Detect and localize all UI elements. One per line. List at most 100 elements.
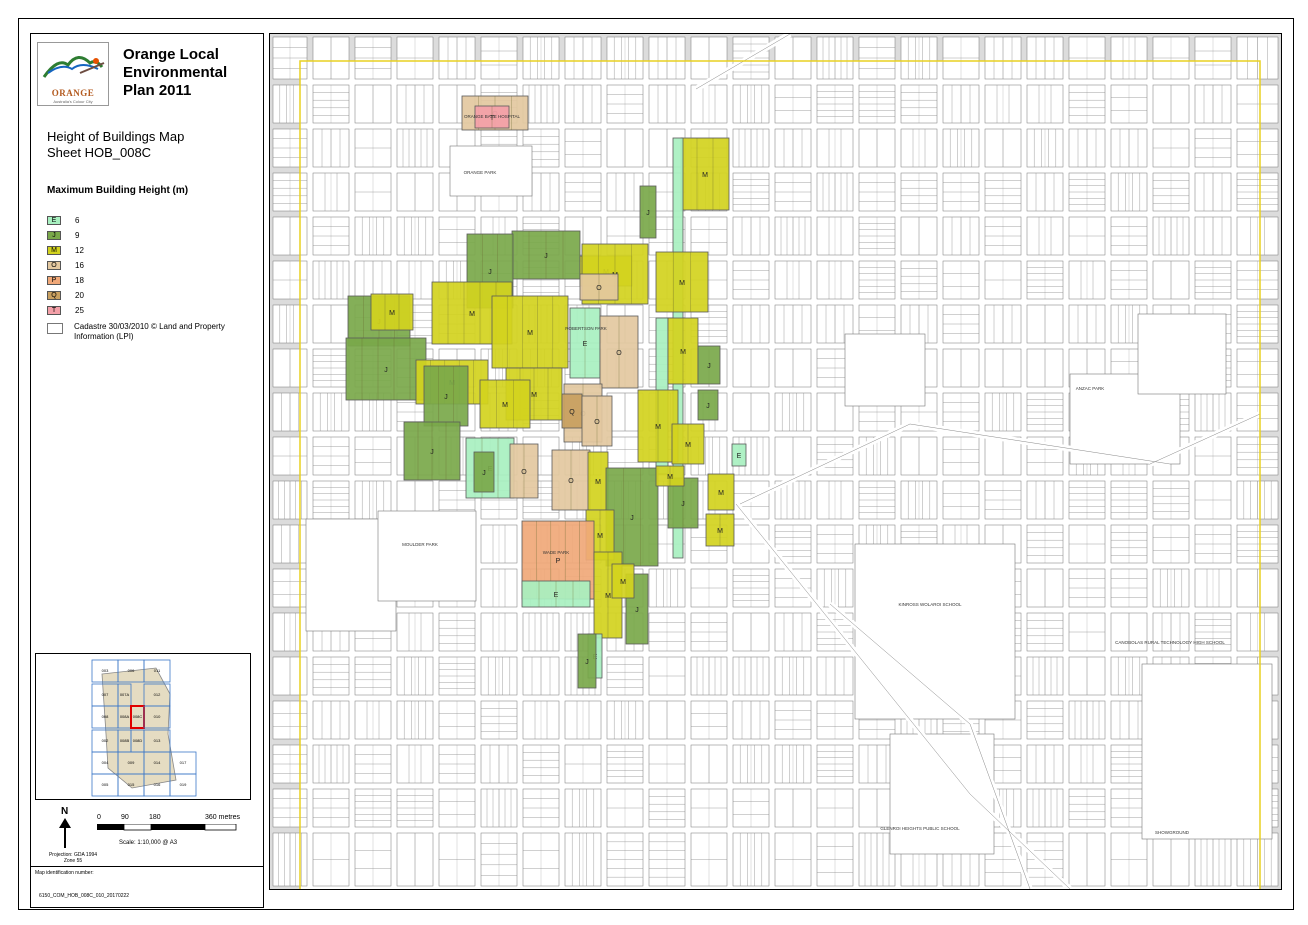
- parcel-block: [1026, 568, 1064, 608]
- height-zone-o[interactable]: O: [581, 395, 613, 447]
- height-zone-o[interactable]: O: [579, 273, 619, 301]
- height-zone-m[interactable]: M: [671, 423, 705, 465]
- parcel-block: [816, 260, 854, 300]
- height-zone-j[interactable]: J: [511, 230, 581, 280]
- parcel-block: [312, 436, 350, 476]
- scale-bar: [97, 824, 237, 831]
- height-zone-j[interactable]: J: [697, 389, 719, 421]
- parcel-block: [1026, 348, 1064, 388]
- height-zone-j[interactable]: J: [403, 421, 461, 481]
- height-zone-j[interactable]: J: [639, 185, 657, 239]
- map-frame[interactable]: OTMJJMJMOMMJMMEOMJJMMJMOQOMMJJEJOOMJMJMM…: [269, 33, 1282, 890]
- parcel-block: [1026, 656, 1064, 696]
- height-zone-e[interactable]: E: [731, 443, 747, 467]
- parcel-block: [438, 744, 476, 784]
- svg-text:M: M: [595, 479, 601, 486]
- place-label-showground: SHOWGROUND: [1155, 830, 1190, 835]
- parcel-block: [272, 128, 308, 168]
- parcel-block: [312, 260, 350, 300]
- parcel-block: [732, 568, 770, 608]
- parcel-block: [522, 744, 560, 784]
- svg-text:M: M: [718, 490, 724, 497]
- height-zone-m[interactable]: M: [491, 295, 569, 369]
- height-zone-j[interactable]: J: [473, 451, 495, 493]
- parcel-block: [732, 700, 770, 740]
- svg-text:J: J: [707, 363, 711, 370]
- height-zone-m[interactable]: M: [705, 513, 735, 547]
- index-tile-label: 008: [102, 714, 109, 719]
- parcel-block: [1110, 744, 1148, 784]
- svg-text:J: J: [635, 607, 639, 614]
- parcel-block: [816, 524, 854, 564]
- parcel-block: [272, 392, 308, 432]
- height-zone-o[interactable]: O: [509, 443, 539, 499]
- sheet-id: Sheet HOB_008C: [47, 145, 152, 160]
- parcel-block: [774, 36, 812, 80]
- height-zone-m[interactable]: M: [370, 293, 414, 331]
- parcel-block: [522, 612, 560, 652]
- parcel-block: [312, 744, 350, 784]
- cadastre-legend-row: Cadastre 30/03/2010 © Land and Property …: [47, 322, 234, 342]
- height-zone-e[interactable]: E: [569, 307, 601, 379]
- legend-label-o: 16: [75, 260, 84, 270]
- parcel-block: [1026, 84, 1064, 124]
- parcel-block: [522, 832, 560, 887]
- height-zone-q[interactable]: Q: [561, 393, 583, 429]
- height-zone-m[interactable]: M: [587, 451, 609, 511]
- parcel-block: [1068, 304, 1106, 344]
- parcel-block: [438, 612, 476, 652]
- index-tile-label: 008D: [133, 738, 143, 743]
- height-zone-j[interactable]: J: [345, 337, 427, 401]
- parcel-block: [942, 304, 980, 344]
- cadastre-label: Cadastre 30/03/2010 © Land and Property …: [74, 322, 225, 341]
- height-zone-e[interactable]: E: [521, 580, 591, 608]
- parcel-block: [816, 172, 854, 212]
- north-arrow-label: N: [61, 806, 69, 817]
- height-zone-m[interactable]: M: [707, 473, 735, 511]
- parcel-block: [732, 128, 770, 168]
- parcel-block: [564, 36, 602, 80]
- parcel-block: [1194, 84, 1232, 124]
- height-zone-j[interactable]: J: [697, 345, 721, 385]
- parcel-block: [1110, 128, 1148, 168]
- height-zone-j[interactable]: J: [577, 633, 597, 689]
- height-zone-m[interactable]: M: [655, 465, 685, 487]
- parcel-block: [1110, 524, 1148, 564]
- height-zone-m[interactable]: M: [680, 137, 730, 211]
- index-map: 003 006 011 007 007A 012 008 008A 008C 010 002 008B…: [35, 653, 251, 800]
- height-zone-o[interactable]: O: [551, 449, 591, 511]
- index-tile-label: 003: [102, 668, 109, 673]
- open-parcel: [1141, 663, 1273, 840]
- parcel-block: [900, 172, 938, 212]
- height-zone-m[interactable]: M: [611, 563, 635, 599]
- index-tile-label: 019: [180, 782, 187, 787]
- parcel-block: [858, 260, 896, 300]
- parcel-block: [564, 832, 602, 887]
- parcel-block: [816, 128, 854, 168]
- parcel-block: [984, 392, 1022, 432]
- parcel-block: [272, 348, 308, 388]
- parcel-block: [606, 832, 644, 887]
- height-zone-j[interactable]: J: [423, 365, 469, 427]
- place-label-kinross-wolaroi: KINROSS WOLAROI SCHOOL: [898, 602, 962, 607]
- parcel-block: [272, 436, 308, 476]
- parcel-block: [396, 700, 434, 740]
- height-zone-m[interactable]: M: [667, 317, 699, 385]
- height-zone-m[interactable]: M: [479, 379, 531, 429]
- legend-swatch-e: E: [47, 215, 61, 225]
- parcel-block: [816, 480, 854, 520]
- parcel-block: [272, 700, 308, 740]
- parcel-block: [354, 832, 392, 887]
- open-parcel: [377, 510, 477, 602]
- index-tile-label: 009: [128, 760, 135, 765]
- index-tile-label: 014: [154, 760, 161, 765]
- parcel-block: [354, 788, 392, 828]
- parcel-block: [1110, 656, 1148, 696]
- parcel-block: [942, 36, 980, 80]
- parcel-block: [606, 700, 644, 740]
- open-parcel: [1137, 313, 1227, 395]
- cadastre-map[interactable]: OTMJJMJMOMMJMMEOMJJMMJMOQOMMJJEJOOMJMJMM…: [270, 34, 1281, 889]
- legend-heading: Maximum Building Height (m): [47, 185, 189, 196]
- height-zone-m[interactable]: M: [655, 251, 709, 313]
- legend-swatch-p: P: [47, 275, 61, 285]
